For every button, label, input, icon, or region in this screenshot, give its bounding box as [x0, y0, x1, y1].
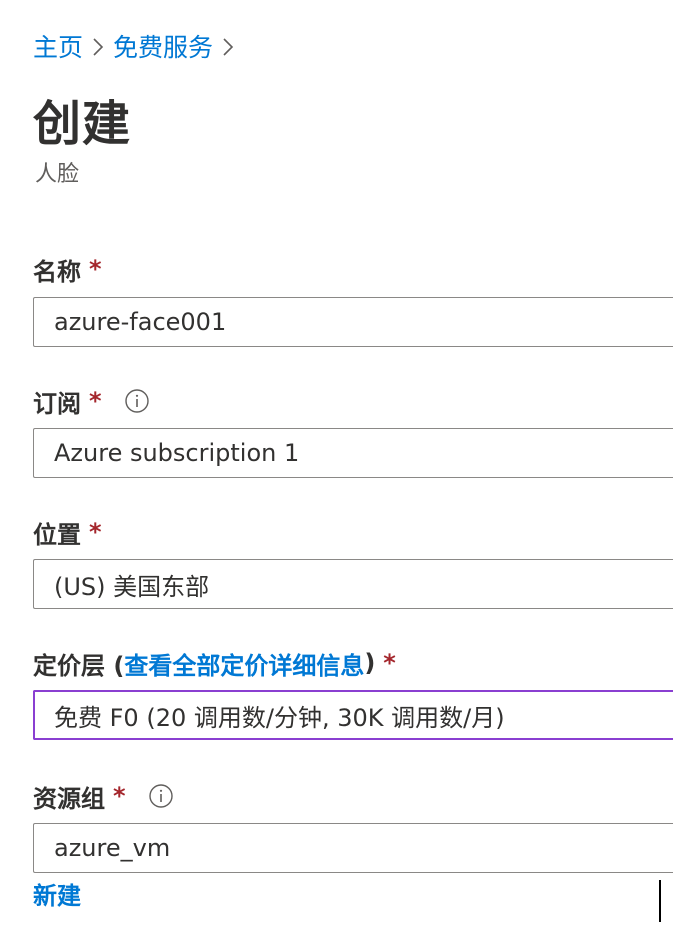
chevron-right-icon: [213, 34, 243, 59]
create-new-resource-group-link[interactable]: 新建: [33, 876, 81, 911]
name-input-value: azure-face001: [54, 308, 227, 336]
required-asterisk: *: [89, 387, 102, 415]
create-face-resource-page: 主页 免费服务 创建 人脸 名称 * azure-face001 订阅 * Az…: [0, 0, 680, 952]
location-label-text: 位置: [33, 520, 81, 549]
required-asterisk: *: [113, 782, 126, 810]
pricing-tier-label: 定价层 (查看全部定价详细信息) *: [33, 646, 396, 680]
info-icon[interactable]: [124, 388, 150, 414]
page-subtitle: 人脸: [35, 162, 80, 187]
resource-group-label-text: 资源组: [33, 784, 105, 813]
chevron-right-icon: [83, 34, 113, 59]
pricing-tier-label-suffix: ): [364, 649, 376, 677]
resource-group-dropdown[interactable]: azure_vm: [33, 823, 673, 873]
subscription-dropdown[interactable]: Azure subscription 1: [33, 428, 673, 478]
view-pricing-details-link[interactable]: 查看全部定价详细信息: [124, 646, 364, 681]
resource-group-label: 资源组 *: [33, 779, 174, 813]
info-icon[interactable]: [148, 783, 174, 809]
breadcrumb-free-services-link[interactable]: 免费服务: [113, 28, 213, 64]
required-asterisk: *: [89, 255, 102, 283]
breadcrumb-home-link[interactable]: 主页: [33, 28, 83, 64]
location-dropdown[interactable]: (US) 美国东部: [33, 559, 673, 609]
subscription-label: 订阅 *: [33, 384, 150, 418]
required-asterisk: *: [383, 649, 396, 677]
location-label: 位置 *: [33, 515, 102, 549]
subscription-selected-value: Azure subscription 1: [54, 439, 300, 467]
text-cursor: [659, 880, 661, 922]
name-label-text: 名称: [33, 257, 81, 286]
subscription-label-text: 订阅: [33, 389, 81, 418]
pricing-tier-label-prefix: 定价层 (: [33, 651, 125, 680]
resource-group-selected-value: azure_vm: [54, 834, 171, 862]
pricing-tier-dropdown[interactable]: 免费 F0 (20 调用数/分钟, 30K 调用数/月): [33, 690, 673, 740]
pricing-tier-selected-value: 免费 F0 (20 调用数/分钟, 30K 调用数/月): [54, 703, 505, 732]
name-label: 名称 *: [33, 252, 102, 286]
page-title: 创建: [33, 96, 132, 152]
required-asterisk: *: [89, 518, 102, 546]
name-input[interactable]: azure-face001: [33, 297, 673, 347]
breadcrumb: 主页 免费服务: [33, 28, 243, 64]
location-selected-value: (US) 美国东部: [54, 572, 210, 601]
